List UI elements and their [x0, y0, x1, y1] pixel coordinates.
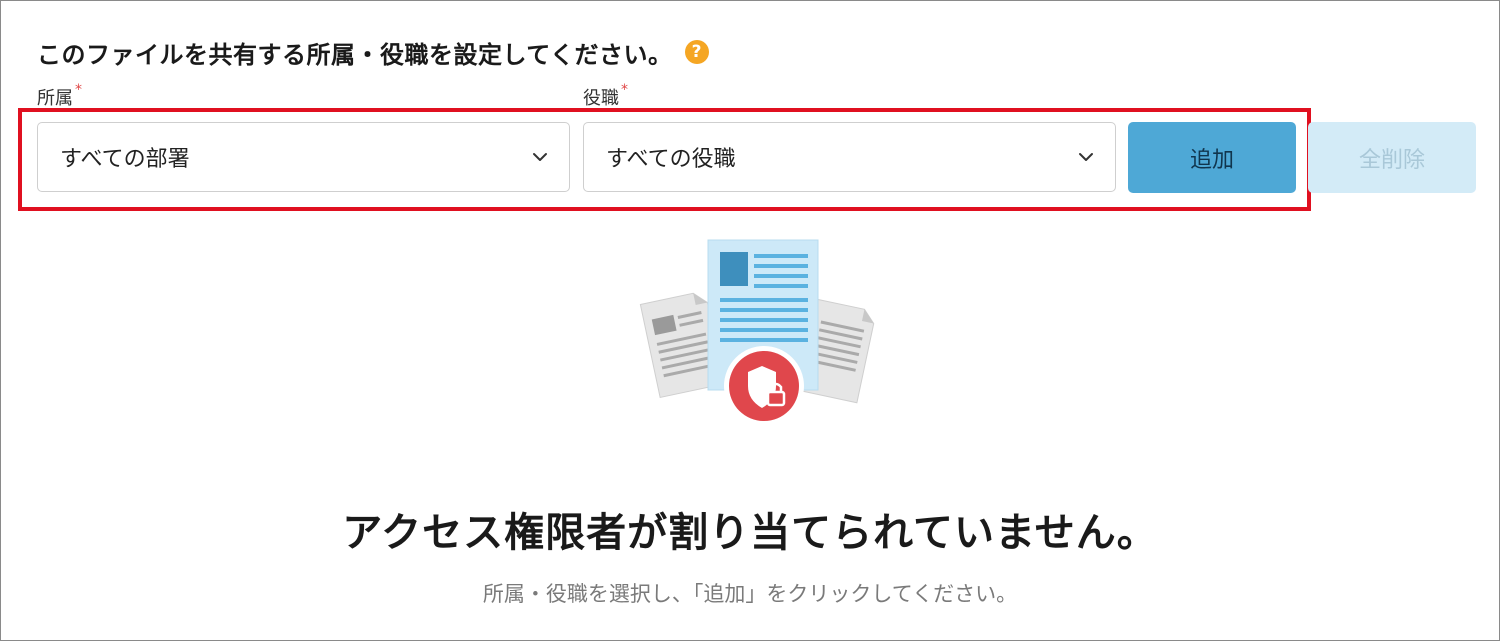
clear-all-button[interactable]: 全削除: [1308, 122, 1476, 193]
empty-state-title: アクセス権限者が割り当てられていません。: [342, 510, 1158, 556]
header: このファイルを共有する所属・役職を設定してください。 ?: [37, 34, 709, 70]
chevron-down-icon: [533, 153, 547, 161]
required-mark: *: [75, 82, 82, 98]
position-label-text: 役職: [583, 88, 619, 109]
add-button[interactable]: 追加: [1128, 122, 1296, 193]
affiliation-select-value: すべての部署: [60, 147, 190, 172]
position-select-value: すべての役職: [606, 147, 736, 172]
empty-state-subtitle: 所属・役職を選択し、「追加」をクリックしてください。: [482, 582, 1018, 606]
affiliation-label-text: 所属: [37, 88, 73, 109]
question-circle-icon[interactable]: ?: [684, 40, 709, 64]
position-label: 役職 *: [583, 82, 628, 110]
shared-documents-lock-illustration: [639, 239, 875, 426]
affiliation-select[interactable]: すべての部署: [37, 122, 570, 192]
affiliation-label: 所属 *: [37, 82, 82, 110]
position-select[interactable]: すべての役職: [583, 122, 1116, 192]
required-mark: *: [621, 82, 628, 98]
chevron-down-icon: [1079, 153, 1093, 161]
page-title: このファイルを共有する所属・役職を設定してください。: [37, 40, 673, 69]
